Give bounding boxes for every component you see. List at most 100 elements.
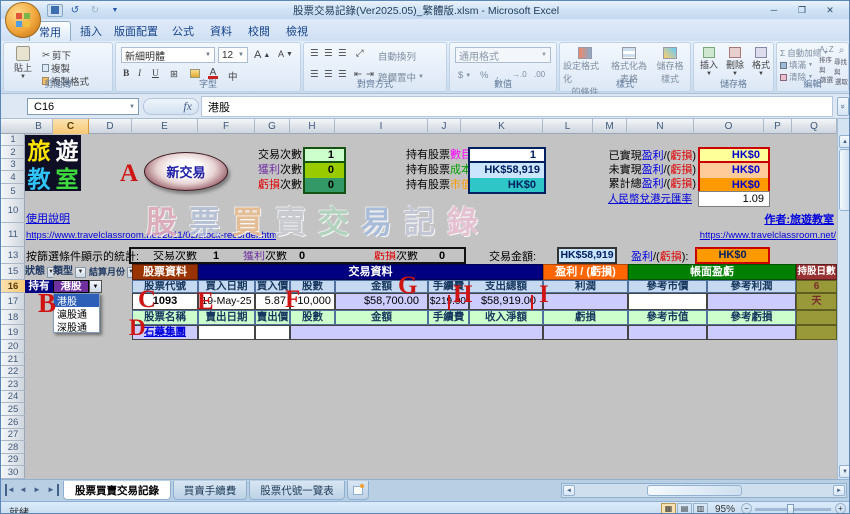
col-O[interactable]: O: [694, 119, 764, 134]
maximize-button[interactable]: ❐: [789, 3, 815, 17]
fill-button[interactable]: 填滿 ▼: [780, 59, 813, 71]
formula-input[interactable]: 港股: [201, 96, 833, 117]
row-26[interactable]: 26: [1, 416, 25, 429]
trades-value[interactable]: 1: [303, 147, 346, 163]
buy-header-total[interactable]: 支出總額: [469, 280, 543, 293]
hold-count-value[interactable]: 1: [468, 147, 546, 163]
col-P[interactable]: P: [764, 119, 792, 134]
insert-cells-button[interactable]: 插入 ▼: [697, 47, 721, 77]
align-bottom-icon[interactable]: ☰: [338, 48, 347, 59]
author-link[interactable]: 作者:旅遊教室: [704, 213, 834, 227]
office-button[interactable]: [5, 2, 41, 38]
row-18[interactable]: 18: [1, 310, 25, 325]
hold-value-value[interactable]: HK$0: [468, 178, 546, 194]
cut-button[interactable]: ✂ 剪下: [42, 48, 71, 63]
scroll-down-button[interactable]: ▼: [839, 465, 849, 478]
row-30[interactable]: 30: [1, 466, 25, 479]
row-5[interactable]: 5: [1, 184, 25, 199]
row-20[interactable]: 20: [1, 340, 25, 353]
new-trade-button[interactable]: 新交易: [144, 152, 228, 191]
sell-header-ref-value[interactable]: 參考市值: [628, 310, 707, 325]
ref-profit-cell[interactable]: [707, 293, 796, 310]
tab-review[interactable]: 校閱: [239, 21, 279, 41]
row-27[interactable]: 27: [1, 429, 25, 441]
tab-page-layout[interactable]: 版面配置: [105, 21, 167, 41]
filter-pnl-value[interactable]: HK$0: [695, 247, 770, 264]
tab-nav-first-icon[interactable]: ◄: [5, 484, 17, 496]
col-G[interactable]: G: [255, 119, 290, 134]
row-22[interactable]: 22: [1, 366, 25, 378]
zoom-in-button[interactable]: +: [835, 503, 846, 513]
zoom-level[interactable]: 95%: [715, 504, 735, 513]
row-10[interactable]: 10: [1, 199, 25, 223]
sell-row-span4[interactable]: [707, 325, 796, 340]
scroll-left-button[interactable]: ◄: [563, 485, 575, 496]
col-Q[interactable]: Q: [792, 119, 837, 134]
filter-type-header[interactable]: 類型 ▼: [53, 264, 89, 280]
sell-price-cell[interactable]: [255, 325, 290, 340]
copy-button[interactable]: 複製: [42, 61, 70, 75]
insert-function-button[interactable]: fx: [143, 98, 199, 115]
paste-button[interactable]: 貼上 ▼: [8, 46, 38, 80]
row-29[interactable]: 29: [1, 454, 25, 466]
undo-icon[interactable]: ↺: [67, 4, 83, 17]
buy-header-ref-price[interactable]: 參考市價: [628, 280, 707, 293]
vertical-scrollbar[interactable]: ▲ ▼: [837, 119, 849, 479]
wins-value[interactable]: 0: [303, 163, 346, 178]
col-F[interactable]: F: [198, 119, 255, 134]
number-format-select[interactable]: 通用格式 ▼: [455, 47, 551, 63]
save-icon[interactable]: [47, 3, 63, 17]
realized-pnl-value[interactable]: HK$0: [698, 147, 770, 163]
sell-header-loss[interactable]: 虧損: [543, 310, 628, 325]
col-J[interactable]: J: [428, 119, 461, 134]
help-link[interactable]: 使用說明: [26, 212, 86, 226]
name-box-dropdown-icon[interactable]: ▼: [129, 104, 135, 110]
row-24[interactable]: 24: [1, 391, 25, 403]
name-box[interactable]: C16 ▼: [27, 98, 139, 115]
trade-amount-value[interactable]: HK$58,919: [557, 247, 617, 264]
tab-view[interactable]: 檢視: [277, 21, 317, 41]
col-H[interactable]: H: [290, 119, 335, 134]
tab-nav-last-icon[interactable]: ►: [47, 484, 59, 496]
sell-header-amount[interactable]: 金額: [335, 310, 428, 325]
row-11[interactable]: 11: [1, 223, 25, 247]
col-K[interactable]: K: [461, 119, 543, 134]
horizontal-scroll-thumb[interactable]: [647, 485, 742, 496]
unrealized-pnl-value[interactable]: HK$0: [698, 163, 770, 178]
col-I[interactable]: I: [335, 119, 428, 134]
row-19[interactable]: 19: [1, 325, 25, 340]
stock-name-link[interactable]: 石藥集團: [144, 327, 186, 338]
holding-days-value[interactable]: 6: [796, 280, 837, 293]
sheet-tab-records[interactable]: 股票買賣交易記錄: [63, 481, 171, 500]
tab-nav-prev-icon[interactable]: ◄: [19, 484, 31, 496]
ref-price-cell[interactable]: [628, 293, 707, 310]
expand-formula-bar-button[interactable]: »: [837, 97, 849, 116]
insert-worksheet-tab[interactable]: [347, 481, 369, 500]
view-break-button[interactable]: ▥: [693, 503, 708, 513]
losses-value[interactable]: 0: [303, 178, 346, 194]
delete-cells-button[interactable]: 刪除 ▼: [723, 47, 747, 77]
buy-header-profit[interactable]: 利潤: [543, 280, 628, 293]
close-button[interactable]: ✕: [817, 3, 843, 17]
filter-month-header[interactable]: 結算月份▼: [89, 264, 132, 280]
row-16[interactable]: 16: [1, 280, 25, 293]
profit-cell[interactable]: [543, 293, 628, 310]
sell-date-cell[interactable]: [198, 325, 255, 340]
col-M[interactable]: M: [593, 119, 627, 134]
sell-row-span1[interactable]: [290, 325, 543, 340]
font-name-select[interactable]: 新細明體 ▼: [121, 47, 215, 63]
filter-state-header[interactable]: 狀態▼: [25, 264, 53, 280]
row-25[interactable]: 25: [1, 403, 25, 416]
sell-header-fee[interactable]: 手續費: [428, 310, 469, 325]
row-3[interactable]: 3: [1, 159, 25, 171]
fx-rate-value[interactable]: 1.09: [698, 191, 770, 207]
sell-row-span3[interactable]: [628, 325, 707, 340]
tab-nav-next-icon[interactable]: ►: [33, 484, 45, 496]
sell-header-net[interactable]: 收入淨額: [469, 310, 543, 325]
col-E[interactable]: E: [132, 119, 198, 134]
sell-row-span2[interactable]: [543, 325, 628, 340]
row-21[interactable]: 21: [1, 353, 25, 366]
tab-formulas[interactable]: 公式: [163, 21, 203, 41]
grow-font-button[interactable]: A ▲: [254, 49, 270, 61]
row-23[interactable]: 23: [1, 378, 25, 391]
